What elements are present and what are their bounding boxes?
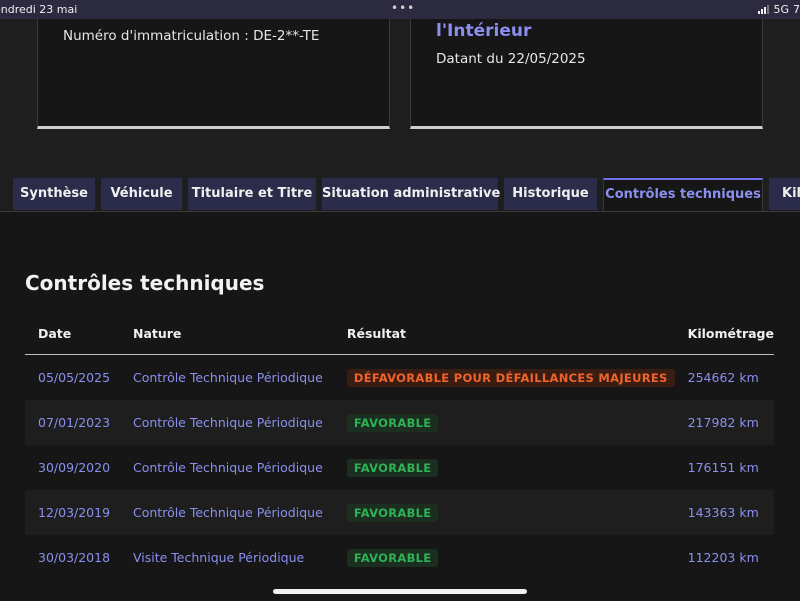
ministry-card-date: Datant du 22/05/2025 [436,51,586,67]
cell-mileage: 176151 km [674,445,774,490]
table-row[interactable]: 30/09/2020 Contrôle Technique Périodique… [25,445,774,490]
table-row[interactable]: 30/03/2018 Visite Technique Périodique F… [25,535,774,580]
cell-nature: Contrôle Technique Périodique [120,445,334,490]
tab-historique[interactable]: Historique [504,178,597,210]
cell-result: DÉFAVORABLE POUR DÉFAILLANCES MAJEURES [333,354,675,400]
column-header-nature[interactable]: Nature [120,312,334,355]
content-panel: Contrôles techniques Date Nature Résulta… [0,211,800,601]
cell-result: FAVORABLE [333,400,675,445]
cell-result: FAVORABLE [333,535,675,580]
tab-vehicule[interactable]: Véhicule [101,178,182,210]
cell-date: 30/03/2018 [25,535,120,580]
page-title: Contrôles techniques [25,271,265,295]
cell-mileage: 254662 km [674,354,774,400]
status-badge-unfavorable: DÉFAVORABLE POUR DÉFAILLANCES MAJEURES [346,368,675,387]
cell-date: 05/05/2025 [25,354,120,400]
tab-controles-techniques[interactable]: Contrôles techniques [603,178,763,212]
status-bar: endredi 23 mai ••• 5G 7 [0,0,800,19]
ministry-card: l'Intérieur Datant du 22/05/2025 [410,19,763,129]
status-badge-favorable: FAVORABLE [346,458,439,477]
registration-number: Numéro d'immatriculation : DE-2**-TE [63,28,320,44]
status-right-edge: 7 [793,3,800,16]
cell-result: FAVORABLE [333,445,675,490]
table-row[interactable]: 07/01/2023 Contrôle Technique Périodique… [25,400,774,445]
column-header-result[interactable]: Résultat [333,312,675,355]
column-header-mileage[interactable]: Kilométrage [674,312,774,355]
cell-mileage: 217982 km [674,400,774,445]
cell-nature: Contrôle Technique Périodique [120,400,334,445]
table-row[interactable]: 05/05/2025 Contrôle Technique Périodique… [25,354,774,400]
technical-controls-table: Date Nature Résultat Kilométrage 05/05/2… [25,312,774,580]
ministry-card-title[interactable]: l'Intérieur [436,21,531,41]
multitasking-dots-icon[interactable]: ••• [391,1,415,15]
table-row[interactable]: 12/03/2019 Contrôle Technique Périodique… [25,490,774,535]
cell-mileage: 112203 km [674,535,774,580]
status-badge-favorable: FAVORABLE [346,413,439,432]
signal-icon [758,5,770,14]
cell-nature: Contrôle Technique Périodique [120,354,334,400]
tab-synthese[interactable]: Synthèse [13,178,95,210]
cell-date: 30/09/2020 [25,445,120,490]
cell-date: 12/03/2019 [25,490,120,535]
tab-kilometrage[interactable]: Kilo [769,178,800,210]
cell-mileage: 143363 km [674,490,774,535]
cell-nature: Visite Technique Périodique [120,535,334,580]
tab-situation-administrative[interactable]: Situation administrative [322,178,500,210]
registration-card: Numéro d'immatriculation : DE-2**-TE [37,19,390,129]
home-indicator[interactable] [273,589,527,594]
status-badge-favorable: FAVORABLE [346,503,439,522]
tab-titulaire-et-titre[interactable]: Titulaire et Titre [188,178,316,210]
status-right: 5G 7 [758,3,800,16]
status-date: endredi 23 mai [0,3,78,16]
column-header-date[interactable]: Date [25,312,120,355]
cell-nature: Contrôle Technique Périodique [120,490,334,535]
cell-result: FAVORABLE [333,490,675,535]
network-label: 5G [773,3,789,16]
cell-date: 07/01/2023 [25,400,120,445]
status-badge-favorable: FAVORABLE [346,548,439,567]
table-header-row: Date Nature Résultat Kilométrage [25,312,774,355]
